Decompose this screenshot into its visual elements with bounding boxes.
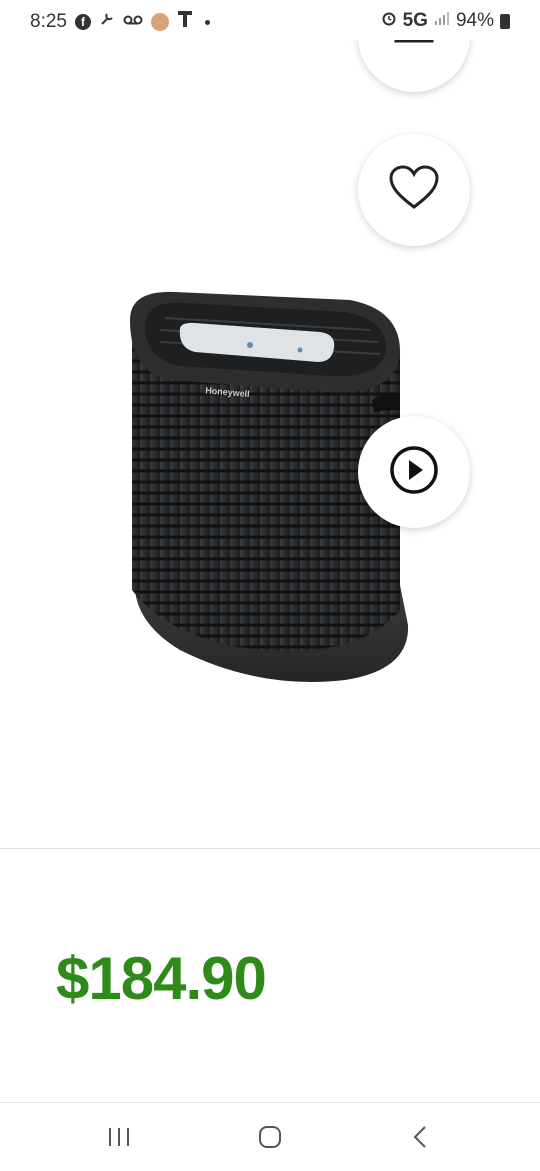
status-bar: 8:25 f 5G 94% xyxy=(0,0,540,44)
share-icon xyxy=(392,40,436,64)
back-button[interactable] xyxy=(400,1121,440,1157)
status-left: 8:25 f xyxy=(30,10,210,34)
signal-icon xyxy=(434,10,450,32)
system-nav-bar xyxy=(0,1102,540,1171)
avatar-icon xyxy=(150,13,169,31)
tmobile-icon xyxy=(177,10,193,34)
facebook-icon: f xyxy=(74,14,91,30)
play-icon xyxy=(388,444,440,501)
tools-icon xyxy=(99,11,115,33)
network-type: 5G xyxy=(402,10,428,31)
voicemail-icon xyxy=(123,12,143,32)
back-icon xyxy=(411,1125,429,1154)
heart-icon xyxy=(388,164,440,216)
dot-icon xyxy=(204,19,210,25)
status-time: 8:25 xyxy=(30,11,67,32)
recents-icon xyxy=(107,1126,131,1153)
product-price: $184.90 xyxy=(56,945,267,1012)
recents-button[interactable] xyxy=(99,1121,139,1157)
favorite-button[interactable] xyxy=(358,134,470,246)
home-icon xyxy=(258,1125,282,1154)
play-video-button[interactable] xyxy=(358,416,470,528)
battery-percent: 94% xyxy=(455,10,494,31)
home-button[interactable] xyxy=(250,1121,290,1157)
product-image-area: Honeywell xyxy=(0,40,540,848)
battery-icon xyxy=(500,13,510,29)
divider xyxy=(0,848,540,849)
alarm-icon xyxy=(381,10,397,32)
status-right: 5G 94% xyxy=(381,10,510,32)
